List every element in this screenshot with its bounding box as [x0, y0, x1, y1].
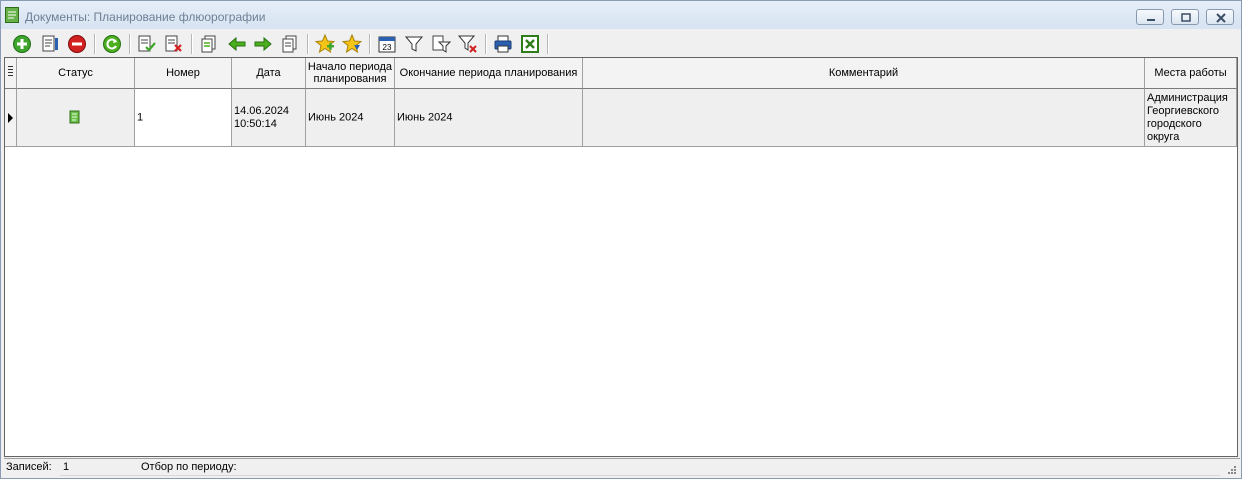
status-bar: Записей: 1 Отбор по периоду:	[4, 458, 1240, 477]
document-copy-button[interactable]	[198, 33, 220, 55]
print-icon	[494, 35, 512, 53]
calendar-day-label: 23	[383, 43, 392, 52]
resize-grip-icon[interactable]	[1226, 464, 1236, 474]
refresh-button[interactable]	[101, 33, 123, 55]
window-title: Документы: Планирование флюорографии	[25, 10, 266, 24]
delete-button[interactable]	[66, 33, 88, 55]
document-move-icon	[282, 35, 297, 53]
close-icon	[1216, 13, 1226, 23]
next-button[interactable]	[252, 33, 274, 55]
star-add-icon	[315, 34, 335, 54]
previous-button[interactable]	[226, 33, 248, 55]
filter-clear-button[interactable]	[457, 33, 479, 55]
document-check-icon	[138, 35, 156, 52]
cell-number[interactable]: 1	[135, 89, 232, 147]
filter-edit-button[interactable]	[430, 33, 452, 55]
column-header-comment[interactable]: Комментарий	[583, 58, 1145, 89]
column-header-date[interactable]: Дата	[232, 58, 306, 89]
filter-icon	[404, 36, 424, 52]
cell-period-end[interactable]: Июнь 2024	[395, 89, 583, 147]
excel-export-icon	[521, 35, 539, 53]
column-header-period-end[interactable]: Окончание периода планирования	[395, 58, 583, 89]
maximize-icon	[1181, 13, 1191, 22]
main-window: Документы: Планирование флюорографии 23 …	[0, 0, 1242, 479]
arrow-left-icon	[228, 36, 246, 52]
filter-edit-icon	[432, 35, 451, 53]
cell-date[interactable]: 14.06.2024 10:50:14	[232, 89, 306, 147]
cell-comment[interactable]	[583, 89, 1145, 147]
column-header-workplaces[interactable]: Места работы	[1145, 58, 1237, 89]
records-count-field	[60, 462, 140, 476]
delete-icon	[68, 35, 86, 53]
documents-table[interactable]: Статус Номер Дата Начало периода планиро…	[4, 57, 1238, 457]
column-header-status[interactable]: Статус	[17, 58, 135, 89]
star-down-icon	[342, 34, 362, 54]
document-cancel-icon	[165, 35, 182, 52]
cell-period-start[interactable]: Июнь 2024	[306, 89, 395, 147]
arrow-right-icon	[254, 36, 272, 52]
edit-document-button[interactable]	[39, 33, 61, 55]
cell-status[interactable]	[17, 89, 135, 147]
refresh-icon	[103, 35, 121, 53]
filter-clear-icon	[458, 35, 477, 53]
document-check-button[interactable]	[136, 33, 158, 55]
minimize-icon	[1147, 19, 1155, 21]
calendar-button[interactable]: 23	[376, 33, 398, 55]
calendar-icon: 23	[378, 36, 396, 53]
document-green-icon	[69, 110, 80, 124]
document-copy-icon	[201, 35, 216, 53]
print-button[interactable]	[492, 33, 514, 55]
edit-document-icon	[42, 35, 58, 52]
records-label: Записей:	[6, 461, 52, 473]
title-bar[interactable]: Документы: Планирование флюорографии	[1, 1, 1241, 29]
column-chooser-icon	[8, 66, 13, 76]
maximize-button[interactable]	[1171, 9, 1199, 25]
filter-button[interactable]	[403, 33, 425, 55]
close-button[interactable]	[1206, 9, 1234, 25]
current-row-indicator-icon	[8, 113, 13, 123]
excel-export-button[interactable]	[519, 33, 541, 55]
app-document-icon	[5, 7, 19, 23]
column-header-number[interactable]: Номер	[135, 58, 232, 89]
star-add-button[interactable]	[314, 33, 336, 55]
toolbar: 23	[1, 31, 1241, 56]
cell-workplaces[interactable]: Администрация Георгиевского городского о…	[1145, 89, 1237, 147]
minimize-button[interactable]	[1136, 9, 1164, 25]
document-cancel-button[interactable]	[163, 33, 185, 55]
document-move-button[interactable]	[279, 33, 301, 55]
period-filter-field	[140, 462, 1220, 476]
table-row[interactable]: 1 14.06.2024 10:50:14 Июнь 2024 Июнь 202…	[5, 89, 1237, 147]
row-selector-header[interactable]	[5, 58, 17, 89]
star-down-button[interactable]	[341, 33, 363, 55]
add-button[interactable]	[11, 33, 33, 55]
add-icon	[13, 35, 31, 53]
column-header-period-start[interactable]: Начало периода планирования	[306, 58, 395, 89]
row-selector[interactable]	[5, 89, 17, 147]
